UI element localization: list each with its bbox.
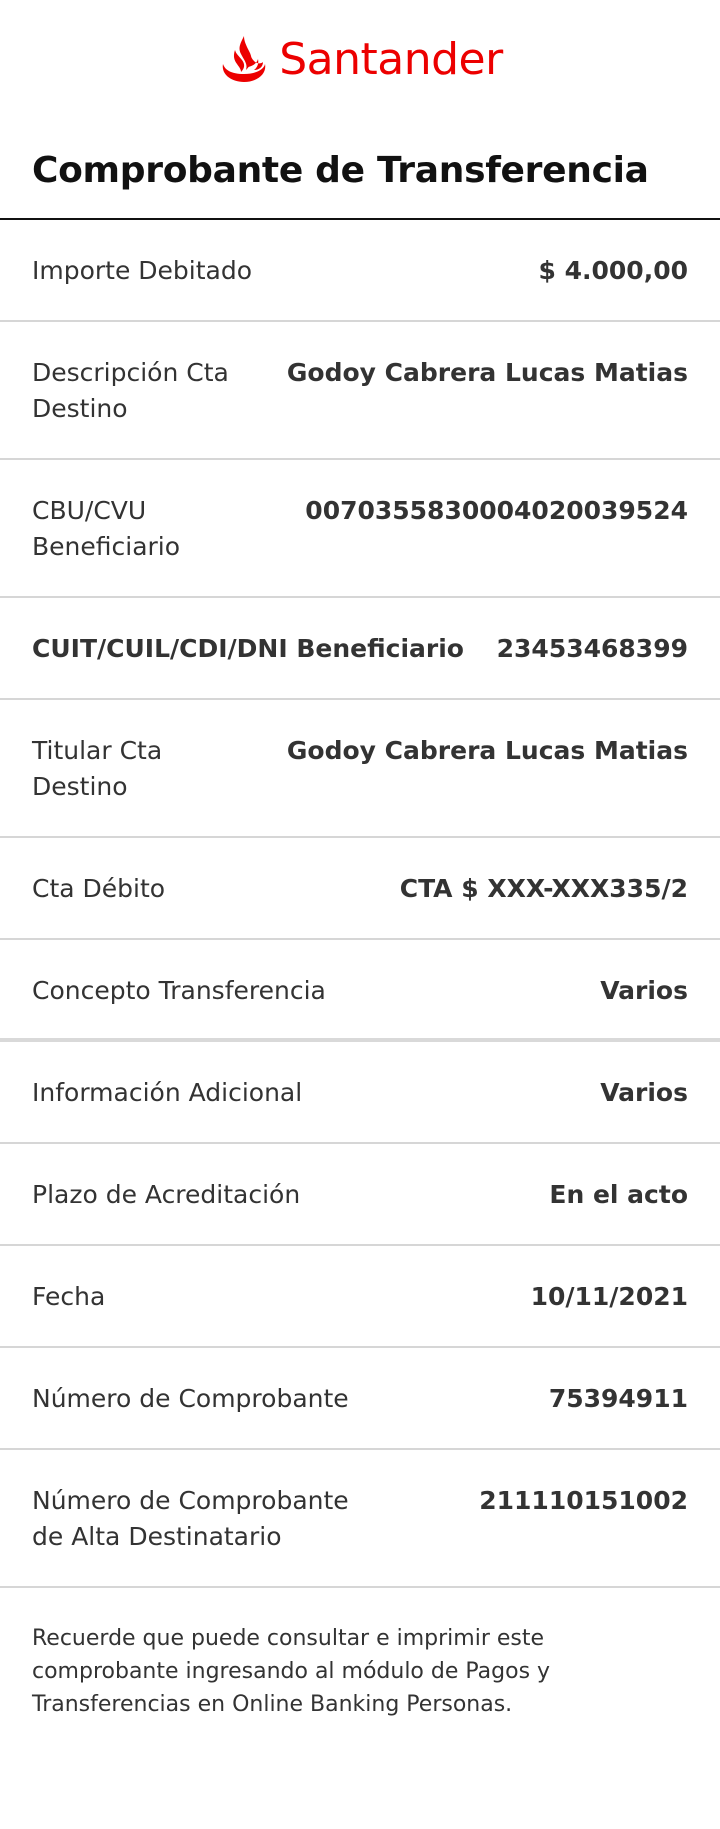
row-cuit-beneficiario: CUIT/CUIL/CDI/DNI Beneficiario 234534683… [0,598,720,700]
row-numero-comprobante: Número de Comprobante 75394911 [0,1348,720,1450]
santander-logo: Santander [217,34,503,86]
row-label: Descripción Cta Destino [32,358,229,423]
row-label: Titular Cta Destino [32,736,163,801]
row-label: Fecha [32,1282,106,1311]
row-label: Número de Comprobante de Alta Destinatar… [32,1486,349,1551]
row-value: Godoy Cabrera Lucas Matias [286,736,688,765]
santander-flame-icon [222,36,266,82]
row-label: CUIT/CUIL/CDI/DNI Beneficiario [32,634,464,663]
row-informacion-adicional: Información Adicional Varios [0,1042,720,1144]
row-cta-debito: Cta Débito CTA $ XXX-XXX335/2 [0,838,720,940]
row-label: Cta Débito [32,874,166,903]
page-title: Comprobante de Transferencia [32,150,649,191]
row-cbu-cvu-beneficiario: CBU/CVU Beneficiario 0070355830004020039… [0,460,720,598]
row-value: 10/11/2021 [530,1282,688,1311]
row-concepto-transferencia: Concepto Transferencia Varios [0,940,720,1042]
row-label: CBU/CVU Beneficiario [32,496,181,561]
row-value: Varios [600,976,688,1005]
row-value: CTA $ XXX-XXX335/2 [399,874,688,903]
row-label: Plazo de Acreditación [32,1180,301,1209]
brand-name: Santander [279,34,503,85]
row-label: Información Adicional [32,1078,303,1107]
header: Santander [0,0,720,120]
row-value: 75394911 [548,1384,688,1413]
row-titular-cta-destino: Titular Cta Destino Godoy Cabrera Lucas … [0,700,720,838]
row-label: Concepto Transferencia [32,976,326,1005]
row-descripcion-cta-destino: Descripción Cta Destino Godoy Cabrera Lu… [0,322,720,460]
row-value: Godoy Cabrera Lucas Matias [286,358,688,387]
footer-note: Recuerde que puede consultar e imprimir … [32,1626,551,1717]
row-label: Número de Comprobante [32,1384,349,1413]
row-numero-comprobante-alta: Número de Comprobante de Alta Destinatar… [0,1450,720,1588]
receipt-details: Importe Debitado $ 4.000,00 Descripción … [0,220,720,1588]
row-value: 211110151002 [479,1486,688,1515]
row-value: Varios [600,1078,688,1107]
row-value: En el acto [549,1180,688,1209]
row-value: $ 4.000,00 [538,256,688,285]
row-value: 23453468399 [496,634,688,663]
row-plazo-acreditacion: Plazo de Acreditación En el acto [0,1144,720,1246]
row-importe-debitado: Importe Debitado $ 4.000,00 [0,220,720,322]
row-value: 0070355830004020039524 [305,496,688,525]
row-fecha: Fecha 10/11/2021 [0,1246,720,1348]
row-label: Importe Debitado [32,256,253,285]
